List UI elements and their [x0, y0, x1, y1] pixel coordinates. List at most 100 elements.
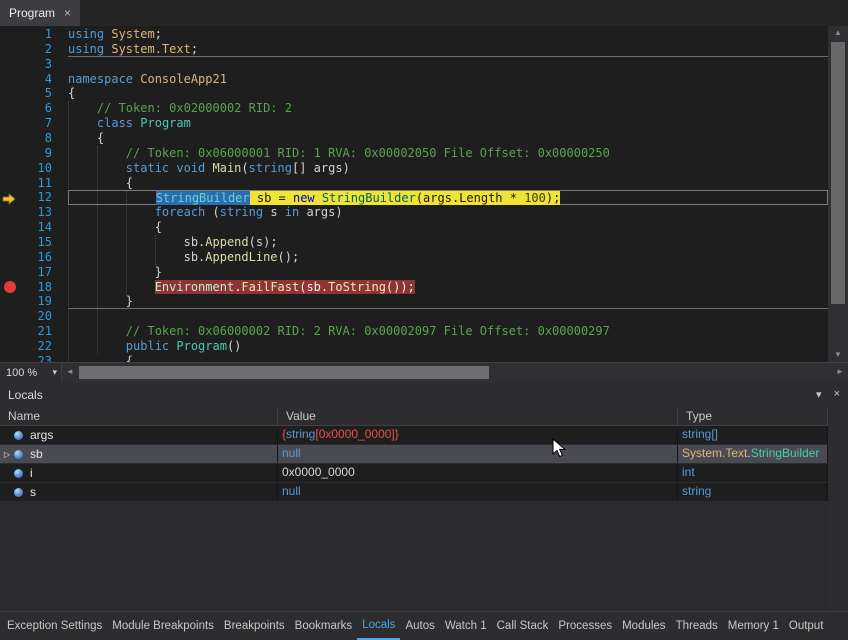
code-line[interactable]: 2using System.Text;	[0, 42, 828, 57]
variable-value[interactable]: null	[278, 445, 678, 463]
code-line[interactable]: 12 StringBuilder sb = new StringBuilder(…	[0, 190, 828, 205]
scroll-up-icon[interactable]: ▲	[828, 26, 848, 40]
locals-row-s[interactable]: s nullstring	[0, 483, 828, 502]
chevron-down-icon[interactable]: ▾	[52, 367, 61, 378]
app-window: Program × 1using System;2using System.Te…	[0, 0, 848, 613]
editor-horizontal-scrollbar[interactable]: ◄ ►	[62, 363, 848, 382]
local-variable-icon	[14, 450, 23, 459]
code-line[interactable]: 3	[0, 57, 828, 72]
line-number: 1	[0, 27, 52, 42]
zoom-value: 100 %	[6, 367, 37, 379]
variable-name: args	[30, 427, 53, 444]
locals-panel-header[interactable]: Locals ▾ ×	[0, 382, 848, 407]
line-number: 8	[0, 131, 52, 146]
window-position-icon[interactable]: ▾	[816, 388, 822, 401]
panel-tab-watch-1[interactable]: Watch 1	[440, 612, 492, 640]
code-line[interactable]: 18 Environment.FailFast(sb.ToString());	[0, 280, 828, 295]
code-line[interactable]: 11 {	[0, 176, 828, 191]
code-editor: 1using System;2using System.Text;34names…	[0, 26, 848, 362]
panel-tab-output[interactable]: Output	[784, 612, 829, 640]
tab-close-icon[interactable]: ×	[64, 6, 71, 20]
locals-row-args[interactable]: args {string[0x0000_0000]}string[]	[0, 426, 828, 445]
expand-arrow-icon[interactable]: ▷	[0, 446, 14, 463]
code-line[interactable]: 15 sb.Append(s);	[0, 235, 828, 250]
code-line[interactable]: 1using System;	[0, 27, 828, 42]
variable-value[interactable]: null	[278, 483, 678, 501]
panel-tab-memory-1[interactable]: Memory 1	[723, 612, 784, 640]
code-line[interactable]: 21 // Token: 0x06000002 RID: 2 RVA: 0x00…	[0, 324, 828, 339]
code-line[interactable]: 22 public Program()	[0, 339, 828, 354]
scroll-down-icon[interactable]: ▼	[828, 348, 848, 362]
code-line[interactable]: 19 }	[0, 294, 828, 309]
code-line[interactable]: 14 {	[0, 220, 828, 235]
locals-row-sb[interactable]: ▷sbnullSystem.Text.StringBuilder	[0, 445, 828, 464]
breakpoint-icon[interactable]	[4, 281, 16, 293]
code-line[interactable]: 17 }	[0, 265, 828, 280]
line-number: 20	[0, 309, 52, 324]
panel-tab-call-stack[interactable]: Call Stack	[492, 612, 554, 640]
panel-tab-module-breakpoints[interactable]: Module Breakpoints	[107, 612, 219, 640]
editor-vertical-scrollbar[interactable]: ▲ ▼	[828, 26, 848, 362]
variable-type: int	[678, 464, 828, 482]
code-line[interactable]: 20	[0, 309, 828, 324]
panel-tab-processes[interactable]: Processes	[553, 612, 617, 640]
line-number: 2	[0, 42, 52, 57]
close-icon[interactable]: ×	[834, 388, 840, 401]
line-number: 3	[0, 57, 52, 72]
scroll-right-icon[interactable]: ►	[832, 363, 848, 382]
variable-type: string	[678, 483, 828, 501]
panel-tab-threads[interactable]: Threads	[671, 612, 723, 640]
locals-grid-rows: args {string[0x0000_0000]}string[]▷sbnull…	[0, 426, 828, 502]
line-number: 23	[0, 354, 52, 362]
column-header-type[interactable]: Type	[678, 407, 828, 425]
locals-grid: NameValueType args{string[0x0000_0000]}s…	[0, 407, 828, 613]
panel-tab-exception-settings[interactable]: Exception Settings	[2, 612, 107, 640]
code-line[interactable]: 23 {	[0, 354, 828, 362]
panel-tab-bookmarks[interactable]: Bookmarks	[290, 612, 358, 640]
line-number: 15	[0, 235, 52, 250]
line-number: 7	[0, 116, 52, 131]
code-line[interactable]: 4namespace ConsoleApp21	[0, 72, 828, 87]
column-header-name[interactable]: Name	[0, 407, 278, 425]
variable-value[interactable]: {string[0x0000_0000]}	[278, 426, 678, 444]
zoom-combobox[interactable]: 100 % ▾	[0, 363, 62, 382]
locals-grid-header: NameValueType	[0, 407, 828, 426]
scroll-left-icon[interactable]: ◄	[62, 363, 78, 382]
line-number: 11	[0, 176, 52, 191]
panel-tab-modules[interactable]: Modules	[617, 612, 670, 640]
local-variable-icon	[14, 488, 23, 497]
panel-tab-locals[interactable]: Locals	[357, 612, 400, 640]
vertical-scroll-thumb[interactable]	[831, 42, 845, 304]
column-header-value[interactable]: Value	[278, 407, 678, 425]
line-number: 9	[0, 146, 52, 161]
code-area[interactable]: 1using System;2using System.Text;34names…	[0, 26, 828, 362]
line-number: 5	[0, 86, 52, 101]
variable-value[interactable]: 0x0000_0000	[278, 464, 678, 482]
line-number: 19	[0, 294, 52, 309]
tab-program[interactable]: Program ×	[0, 0, 80, 26]
panel-tabbar: Exception SettingsModule BreakpointsBrea…	[0, 611, 848, 640]
locals-row-i[interactable]: i0x0000_0000int	[0, 464, 828, 483]
line-number: 14	[0, 220, 52, 235]
line-number: 6	[0, 101, 52, 116]
code-line[interactable]: 9 // Token: 0x06000001 RID: 1 RVA: 0x000…	[0, 146, 828, 161]
tab-title: Program	[9, 6, 55, 20]
variable-name: s	[30, 484, 36, 501]
panel-tab-autos[interactable]: Autos	[400, 612, 439, 640]
line-number: 21	[0, 324, 52, 339]
editor-bottom-strip: 100 % ▾ ◄ ►	[0, 362, 848, 382]
current-statement-arrow-icon	[2, 191, 16, 205]
code-line[interactable]: 5{	[0, 86, 828, 101]
code-line[interactable]: 8 {	[0, 131, 828, 146]
code-line[interactable]: 7 class Program	[0, 116, 828, 131]
document-tabbar: Program ×	[0, 0, 848, 26]
code-line[interactable]: 10 static void Main(string[] args)	[0, 161, 828, 176]
horizontal-scroll-thumb[interactable]	[79, 366, 489, 379]
panel-tab-breakpoints[interactable]: Breakpoints	[219, 612, 290, 640]
line-number: 10	[0, 161, 52, 176]
code-line[interactable]: 16 sb.AppendLine();	[0, 250, 828, 265]
locals-panel: Locals ▾ × NameValueType args {string[0x0…	[0, 382, 848, 613]
variable-type: string[]	[678, 426, 828, 444]
code-line[interactable]: 6 // Token: 0x02000002 RID: 2	[0, 101, 828, 116]
code-line[interactable]: 13 foreach (string s in args)	[0, 205, 828, 220]
